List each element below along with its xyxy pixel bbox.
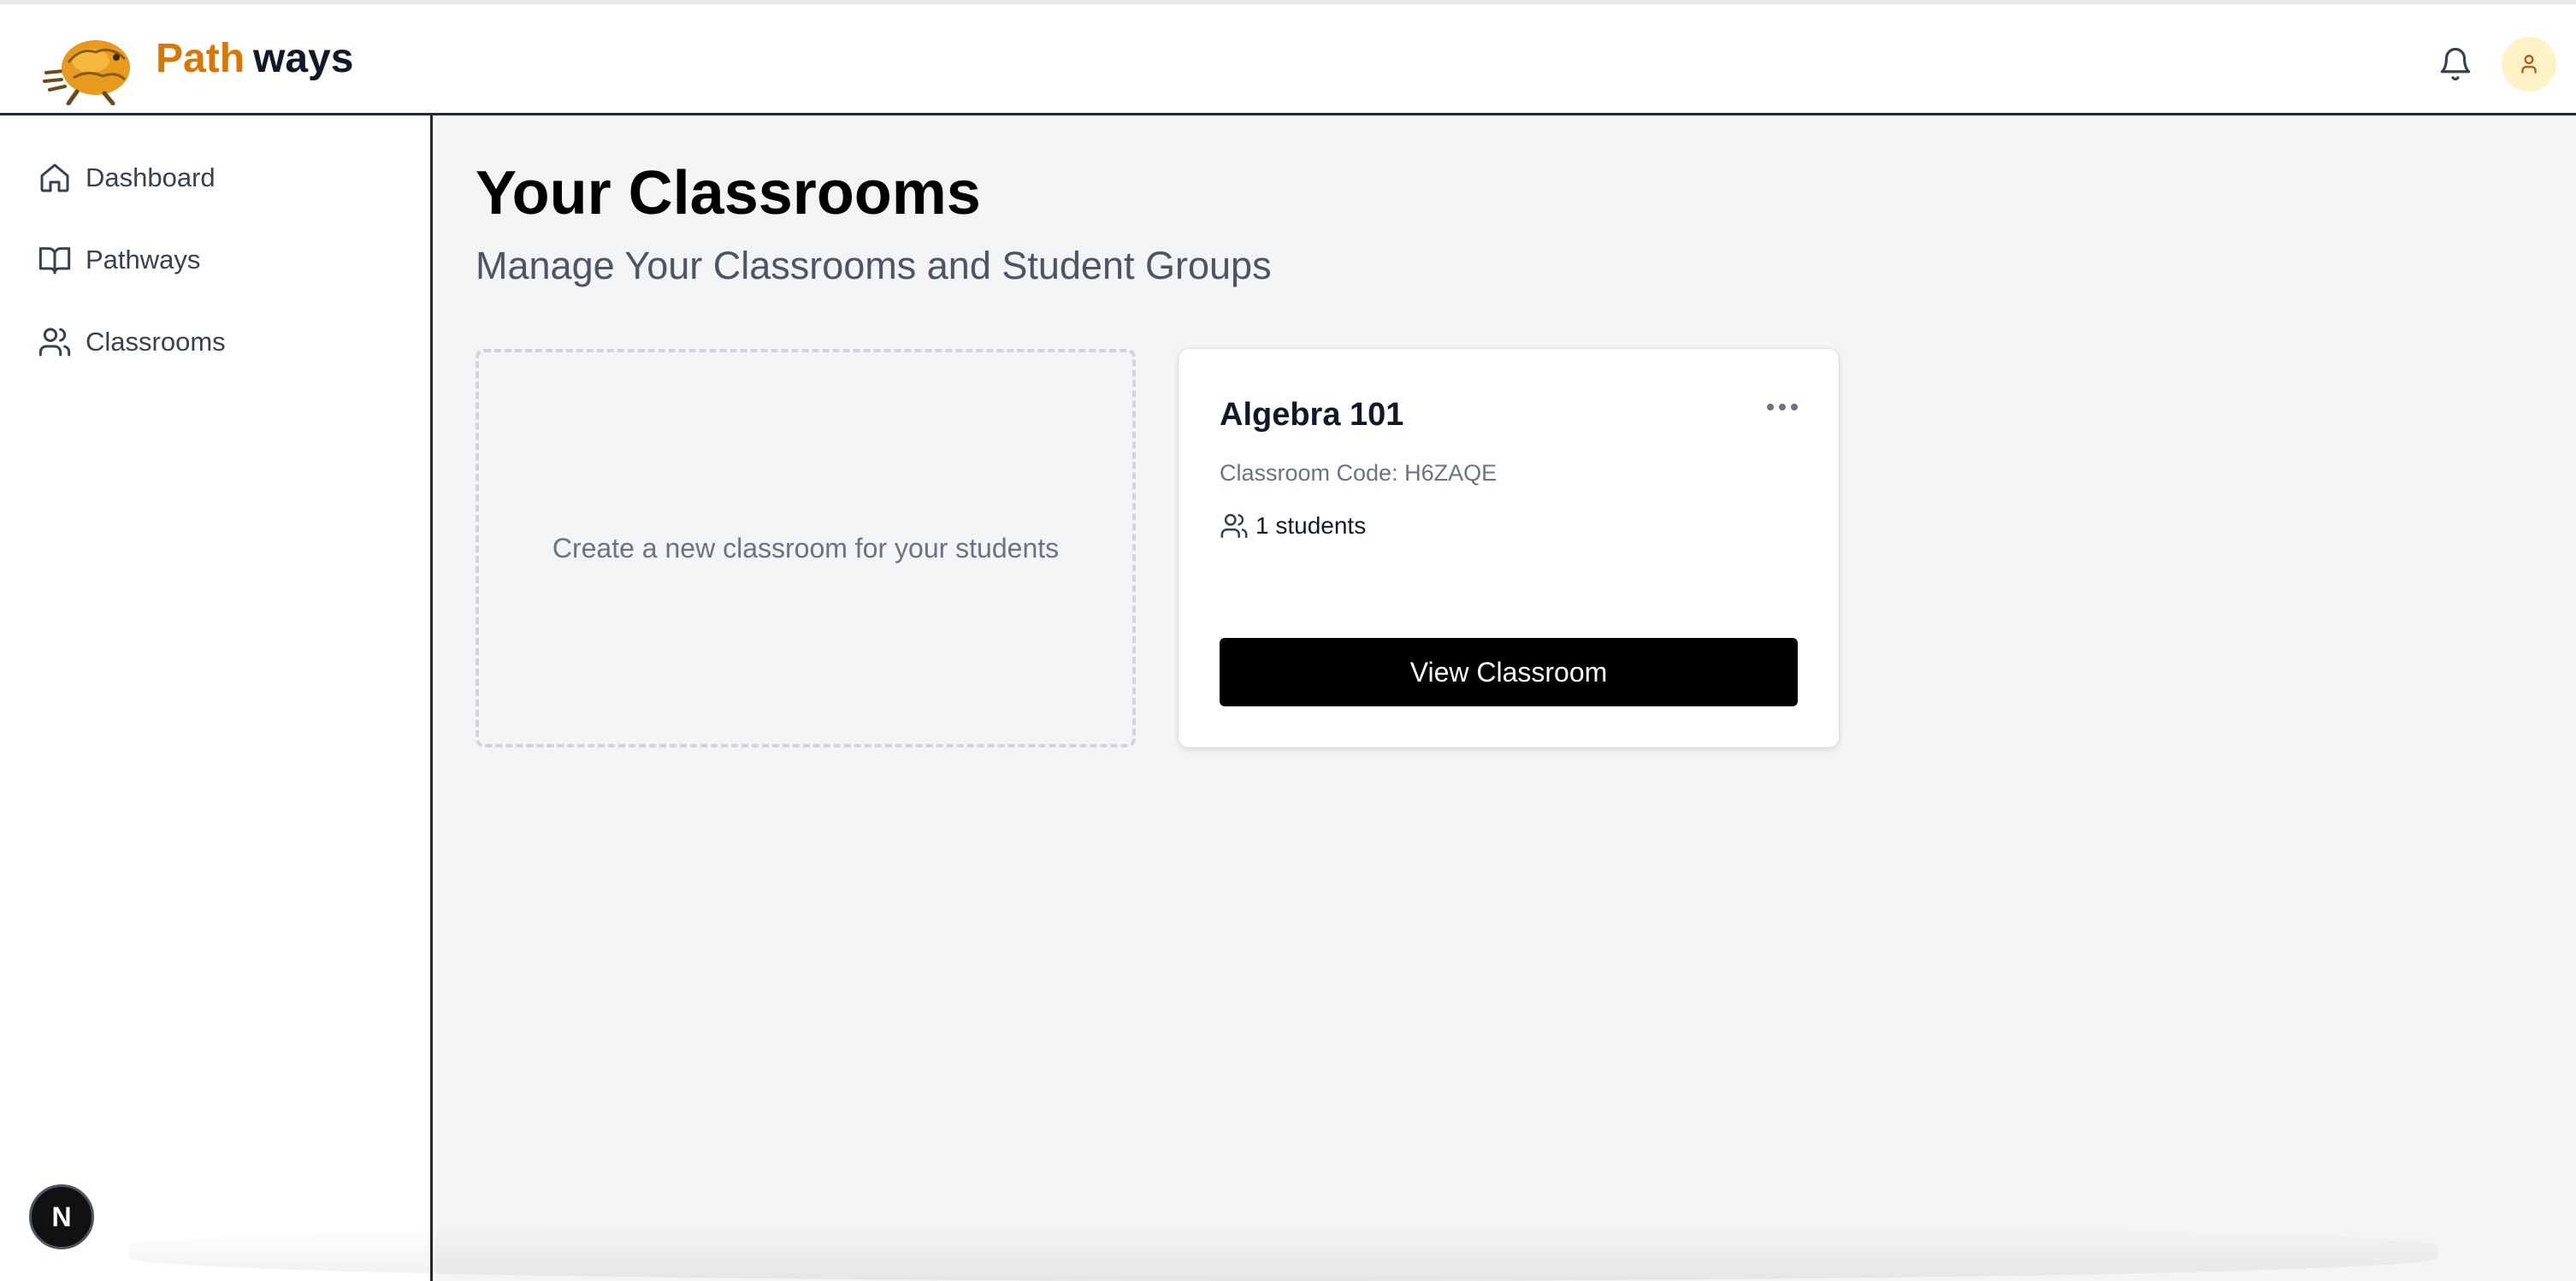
sidebar-item-label: Classrooms (86, 327, 226, 357)
sidebar: Dashboard Pathways Classrooms (0, 115, 433, 1281)
page-title: Your Classrooms (476, 159, 981, 227)
sidebar-item-label: Dashboard (86, 162, 216, 192)
brand-name[interactable]: Path ways (156, 35, 353, 82)
next-dev-badge[interactable]: N (29, 1184, 94, 1249)
sidebar-item-label: Pathways (86, 245, 201, 274)
page-subtitle: Manage Your Classrooms and Student Group… (476, 244, 1272, 287)
notification-bell-icon[interactable] (2437, 45, 2473, 83)
create-classroom-card[interactable]: Create a new classroom for your students (476, 349, 1136, 747)
create-classroom-text: Create a new classroom for your students (552, 532, 1060, 564)
student-count-text: 1 students (1256, 512, 1367, 539)
more-options-icon[interactable] (1764, 397, 1801, 417)
sidebar-item-classrooms[interactable]: Classrooms (38, 318, 226, 366)
user-avatar-button[interactable] (2502, 37, 2556, 92)
brand-name-part-1: Path (156, 36, 245, 81)
classroom-code: Classroom Code: H6ZAQE (1220, 460, 1498, 486)
book-open-icon (38, 247, 71, 274)
main-content: Your Classrooms Manage Your Classrooms a… (435, 115, 2576, 1281)
brand-name-part-2: ways (253, 36, 354, 81)
home-icon (40, 163, 69, 192)
sidebar-item-pathways[interactable]: Pathways (38, 236, 200, 284)
sidebar-item-dashboard[interactable]: Dashboard (38, 154, 216, 202)
user-icon (2521, 55, 2537, 74)
classroom-name: Algebra 101 (1220, 397, 1404, 433)
view-classroom-button[interactable]: View Classroom (1220, 638, 1798, 706)
app-header: Path ways (0, 4, 2576, 115)
users-icon (38, 328, 71, 357)
badge-letter: N (51, 1201, 72, 1232)
users-icon (1220, 513, 1248, 539)
pathways-logo-icon[interactable] (43, 28, 137, 105)
student-count: 1 students (1220, 511, 1366, 540)
classroom-card: Algebra 101 Classroom Code: H6ZAQE 1 stu… (1179, 349, 1839, 747)
